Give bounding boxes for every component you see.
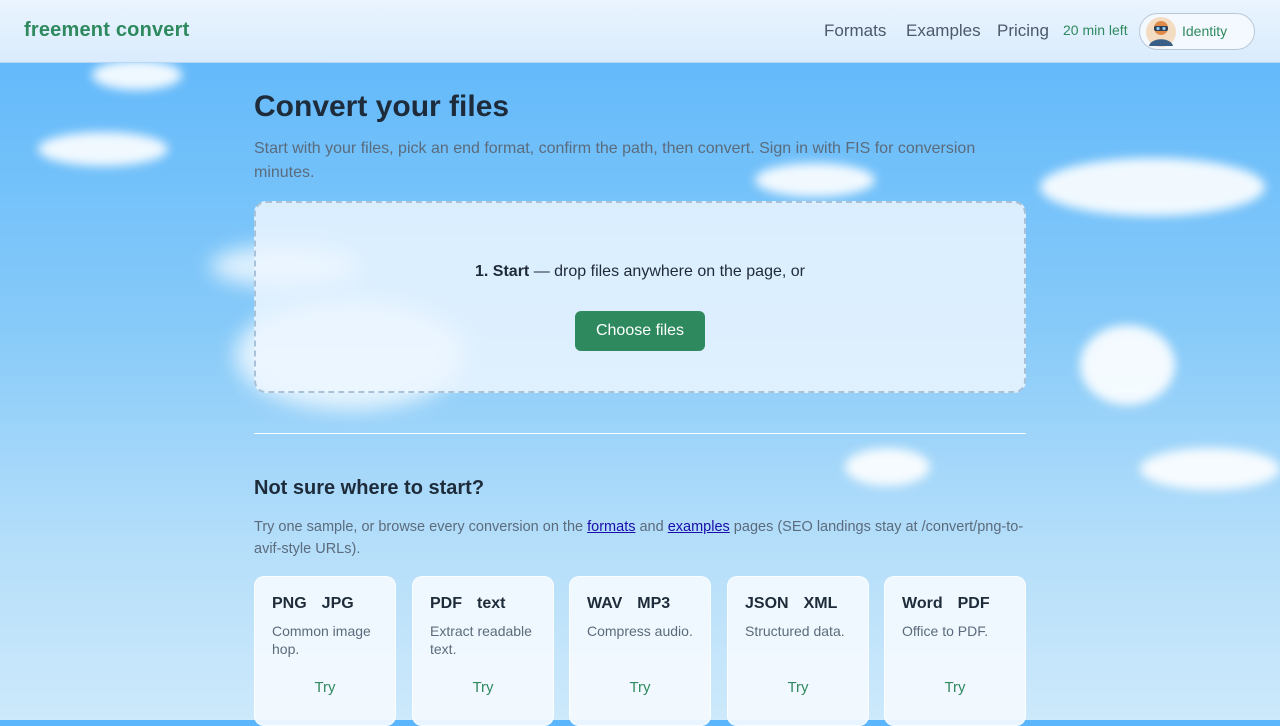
card-formats: PNG JPG <box>272 595 354 613</box>
card-description: Structured data. <box>745 623 845 639</box>
card-description: Office to PDF. <box>902 623 989 639</box>
sample-card-word-pdf[interactable]: Word PDF Office to PDF. Try <box>884 576 1026 726</box>
cloud-decoration <box>38 132 168 166</box>
page-title: Convert your files <box>254 90 510 123</box>
sample-cards: PNG JPG Common image hop. Try PDF text Ext… <box>254 576 1026 726</box>
card-formats: WAV MP3 <box>587 595 670 613</box>
try-button[interactable]: Try <box>570 679 710 696</box>
cloud-decoration <box>845 448 930 486</box>
card-from: JSON <box>745 595 789 612</box>
samples-text-and: and <box>635 519 668 535</box>
try-button[interactable]: Try <box>255 679 395 696</box>
intro-text: Start with your files, pick an end forma… <box>254 140 976 181</box>
samples-description: Try one sample, or browse every conversi… <box>254 516 1026 560</box>
step-label: 1. Start <box>475 263 530 280</box>
card-to: JPG <box>321 595 354 612</box>
card-from: WAV <box>587 595 623 612</box>
card-to: XML <box>803 595 838 612</box>
cloud-decoration <box>1140 448 1280 490</box>
top-bar: freement convert Formats Examples Pricin… <box>0 0 1280 63</box>
card-to: text <box>477 595 506 612</box>
samples-heading: Not sure where to start? <box>254 477 485 499</box>
card-formats: Word PDF <box>902 595 990 613</box>
dropzone-instruction: 1. Start — drop files anywhere on the pa… <box>256 263 1024 281</box>
sample-card-pdf-text[interactable]: PDF text Extract readable text. Try <box>412 576 554 726</box>
card-formats: PDF text <box>430 595 505 613</box>
nav-examples-link[interactable]: Examples <box>906 21 981 41</box>
cloud-decoration <box>1040 158 1265 216</box>
card-to: MP3 <box>637 595 671 612</box>
identity-button[interactable]: Identity <box>1139 13 1255 50</box>
minutes-left-badge: 20 min left <box>1063 22 1128 38</box>
card-description: Extract readable text. <box>430 623 532 657</box>
nav-formats-link[interactable]: Formats <box>824 21 886 41</box>
examples-link[interactable]: examples <box>668 519 730 535</box>
cloud-decoration <box>1080 325 1175 405</box>
try-button[interactable]: Try <box>728 679 868 696</box>
card-formats: JSON XML <box>745 595 837 613</box>
sample-card-json-xml[interactable]: JSON XML Structured data. Try <box>727 576 869 726</box>
identity-label: Identity <box>1182 23 1228 39</box>
try-button[interactable]: Try <box>413 679 553 696</box>
try-button[interactable]: Try <box>885 679 1025 696</box>
samples-text-before: Try one sample, or browse every conversi… <box>254 519 588 535</box>
card-from: Word <box>902 595 943 612</box>
choose-files-button[interactable]: Choose files <box>575 311 705 351</box>
formats-link[interactable]: formats <box>587 519 635 535</box>
file-dropzone[interactable]: 1. Start — drop files anywhere on the pa… <box>254 201 1026 393</box>
nav-pricing-link[interactable]: Pricing <box>997 21 1049 41</box>
step-text: — drop files anywhere on the page, or <box>529 263 805 280</box>
cloud-decoration <box>92 60 182 90</box>
card-from: PDF <box>430 595 462 612</box>
card-description: Compress audio. <box>587 623 693 639</box>
card-from: PNG <box>272 595 307 612</box>
avatar-icon <box>1146 17 1176 47</box>
section-divider <box>254 433 1026 434</box>
sample-card-wav-mp3[interactable]: WAV MP3 Compress audio. Try <box>569 576 711 726</box>
card-description: Common image hop. <box>272 623 371 657</box>
sample-card-png-jpg[interactable]: PNG JPG Common image hop. Try <box>254 576 396 726</box>
logo[interactable]: freement convert <box>24 19 189 42</box>
card-to: PDF <box>957 595 990 612</box>
